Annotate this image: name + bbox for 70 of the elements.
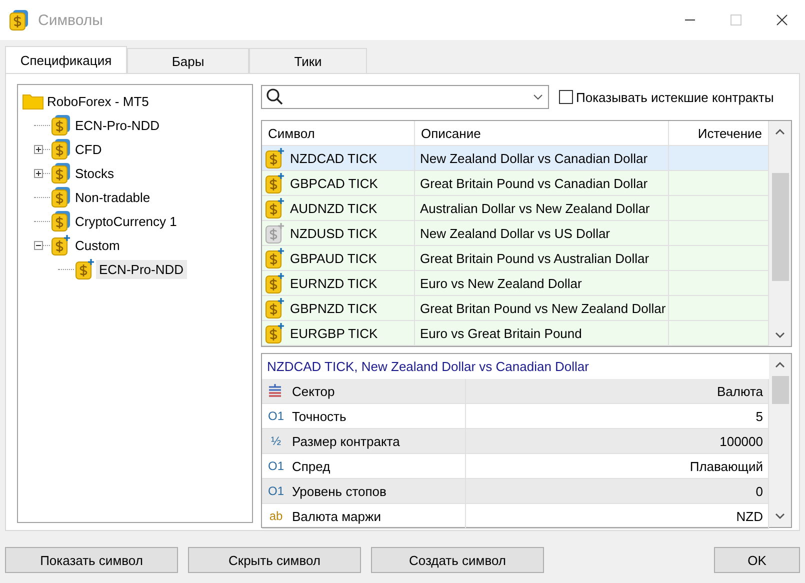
tab[interactable]: Спецификация (5, 46, 127, 73)
collapse-icon[interactable] (34, 240, 43, 250)
table-row[interactable]: EURGBP TICK Euro vs Great Britain Pound (262, 321, 769, 346)
search-field[interactable] (261, 85, 549, 109)
coin-plus-icon (74, 258, 96, 280)
coin-stack-icon (8, 9, 30, 31)
tree-item[interactable]: ECN-Pro-NDD (96, 260, 186, 278)
property-name: Точность (292, 408, 346, 424)
tree-item[interactable]: Non-tradable (72, 188, 154, 206)
expand-icon[interactable] (34, 168, 43, 178)
checkbox[interactable] (559, 90, 573, 104)
coin-stack-icon (50, 138, 72, 160)
tree-item[interactable]: ECN-Pro-NDD (72, 116, 162, 134)
dialog-button[interactable]: OK (714, 547, 800, 573)
table-row[interactable]: EURNZD TICK Euro vs New Zealand Dollar (262, 271, 769, 296)
tree-item[interactable]: Custom (72, 236, 123, 254)
scrollbar-thumb[interactable] (772, 173, 788, 281)
coin-stack-icon (50, 210, 72, 232)
coin-plus-icon (264, 247, 286, 269)
number-type-icon: O1 (266, 409, 286, 423)
tree-item[interactable]: Stocks (72, 164, 118, 182)
property-value: 100000 (466, 429, 769, 454)
coin-plus-icon (264, 172, 286, 194)
table-row[interactable]: NZDUSD TICK New Zealand Dollar vs US Dollar (262, 221, 769, 246)
property-value: 0 (466, 479, 769, 504)
property-name: Уровень стопов (292, 484, 386, 498)
tree-item[interactable]: CryptoCurrency 1 (72, 212, 180, 230)
window-title: Символы (38, 12, 103, 28)
number-type-icon: O1 (266, 459, 286, 473)
number-type-icon: O1 (266, 484, 286, 498)
table-row[interactable]: AUDNZD TICK Australian Dollar vs New Zealand Dollar (262, 196, 769, 221)
scrollbar-thumb[interactable] (772, 376, 788, 404)
scrollbar[interactable] (769, 354, 791, 527)
table-cell: EURGBP TICK (262, 321, 415, 346)
coin-plus-icon (264, 197, 286, 219)
property-name: Валюта маржи (292, 508, 381, 524)
table-row[interactable]: NZDCAD TICK New Zealand Dollar vs Canadian Dollar (262, 146, 769, 171)
scrollbar[interactable] (769, 121, 791, 346)
table-cell: Euro vs Great Britain Pound (415, 321, 669, 346)
dialog-button[interactable]: Создать символ (371, 547, 544, 573)
table-row[interactable]: GBPCAD TICK Great Britain Pound vs Canadian Dollar (262, 171, 769, 196)
tree-item[interactable]: CFD (72, 140, 105, 158)
tree-item[interactable]: RoboForex - MT5 (44, 92, 152, 110)
symbol-heading: NZDCAD TICK, New Zealand Dollar vs Canadian Dollar (266, 358, 590, 376)
property-name: Размер контракта (292, 434, 400, 448)
property-value: NZD (466, 504, 769, 529)
property-value: Валюта (466, 379, 769, 404)
coin-plus-icon (264, 272, 286, 294)
table-row[interactable]: GBPNZD TICK Great Britan Pound vs New Zealand Dollar (262, 296, 769, 321)
coin-plus-icon (50, 234, 72, 256)
folder-icon (22, 92, 44, 110)
coin-stack-icon (50, 114, 72, 136)
coin-plus-icon (264, 222, 286, 244)
coin-plus-icon (264, 322, 286, 344)
table-row[interactable]: GBPAUD TICK Great Britain Pound vs Australian Dollar (262, 246, 769, 271)
search-icon (266, 88, 284, 106)
property-name: Сектор (292, 384, 335, 398)
tab[interactable]: Тики (249, 48, 367, 73)
coin-plus-icon (264, 297, 286, 319)
fraction-type-icon: ½ (266, 434, 286, 448)
coin-plus-icon (264, 147, 286, 169)
checkbox-label: Показывать истекшие контракты (576, 90, 774, 104)
dialog-button[interactable]: Скрыть символ (188, 547, 361, 573)
dialog-button[interactable]: Показать символ (5, 547, 178, 573)
string-type-icon: ab (266, 509, 286, 523)
coin-stack-icon (50, 162, 72, 184)
expand-icon[interactable] (34, 144, 43, 154)
tab[interactable]: Бары (127, 48, 249, 73)
property-name: Спред (292, 458, 330, 474)
coin-stack-icon (50, 186, 72, 208)
